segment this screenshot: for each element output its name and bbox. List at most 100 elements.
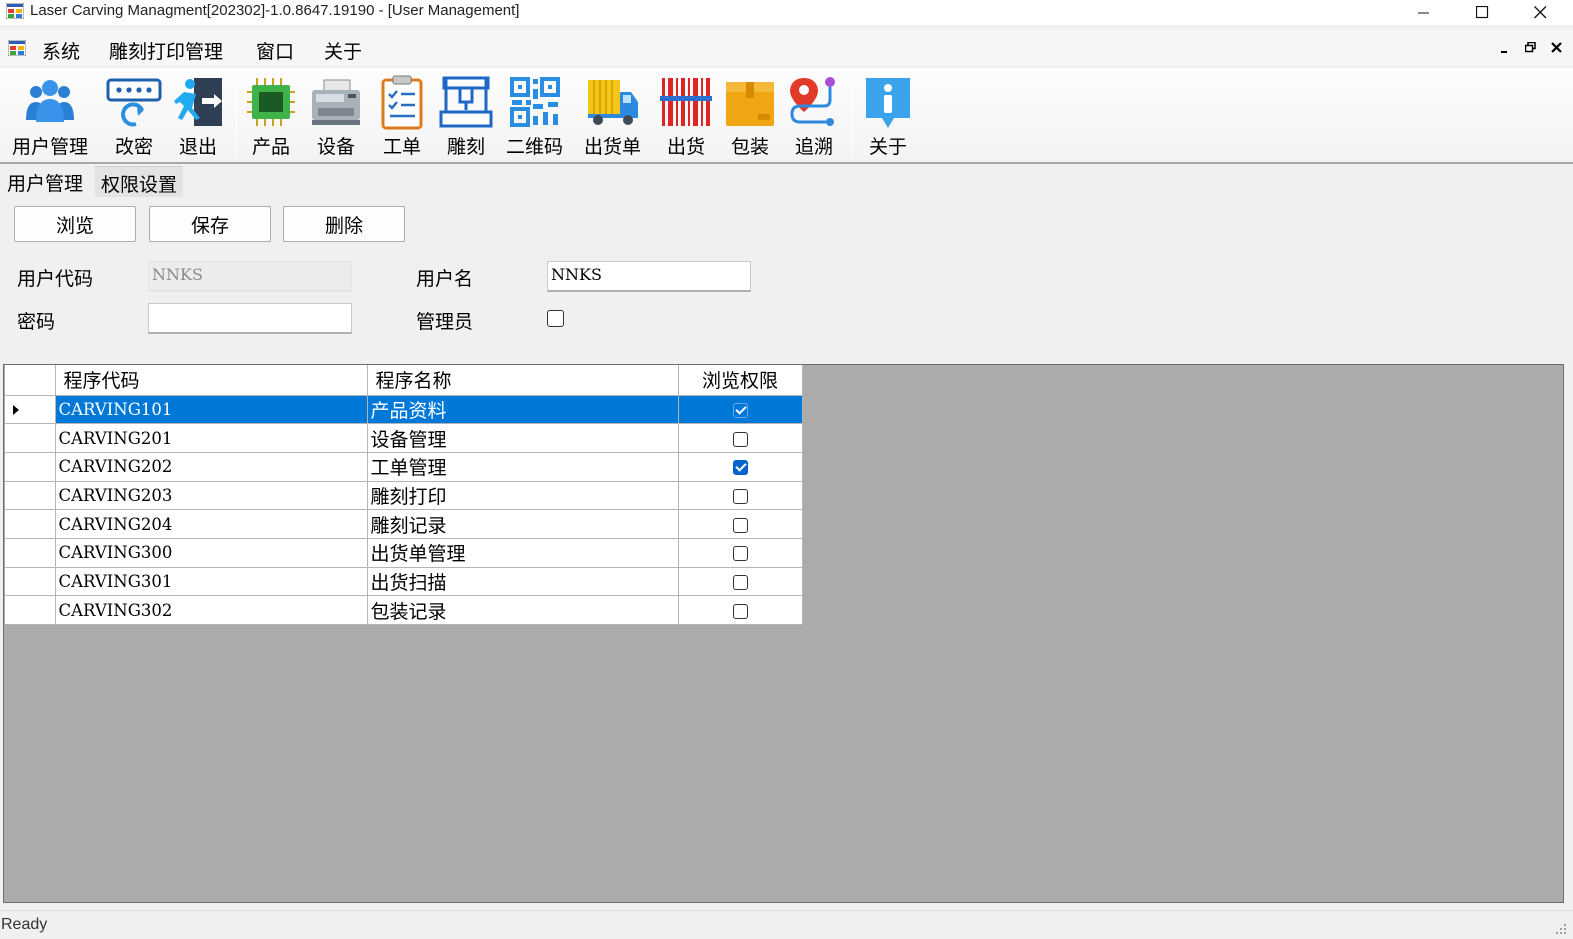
row-header[interactable] xyxy=(5,395,56,425)
cell-program-code[interactable]: CARVING101 xyxy=(55,395,368,425)
permission-table: 程序代码 程序名称 浏览权限 CARVING101 产品资料 CARVING201 设… xyxy=(5,365,803,625)
cell-program-code[interactable]: CARVING204 xyxy=(55,509,368,539)
cell-program-name[interactable]: 雕刻打印 xyxy=(367,481,679,511)
admin-label: 管理员 xyxy=(416,311,474,333)
browse-permission-checkbox[interactable] xyxy=(732,402,748,418)
toolbar-label: 出货单 xyxy=(584,136,642,158)
password-label: 密码 xyxy=(17,311,56,333)
delete-button[interactable]: 删除 xyxy=(283,206,405,242)
menu-system[interactable]: 系统 xyxy=(42,37,80,64)
toolbar-shipping-order-button[interactable]: 出货单 xyxy=(584,74,641,162)
toolbar-packing-button[interactable]: 包装 xyxy=(722,74,778,162)
cell-browse-permission xyxy=(678,509,803,539)
toolbar-device-button[interactable]: 设备 xyxy=(308,74,364,162)
password-input[interactable] xyxy=(148,303,352,334)
menu-about[interactable]: 关于 xyxy=(324,37,362,64)
toolbar-about-button[interactable]: 关于 xyxy=(860,74,916,162)
toolbar-label: 出货 xyxy=(666,136,705,158)
table-row[interactable]: CARVING201 设备管理 xyxy=(5,423,803,453)
table-row[interactable]: CARVING204 雕刻记录 xyxy=(5,509,803,539)
browse-permission-checkbox[interactable] xyxy=(732,574,748,590)
route-icon xyxy=(790,77,835,126)
menu-carving-print[interactable]: 雕刻打印管理 xyxy=(109,37,223,64)
tab-strip: 用户管理 权限设置 xyxy=(0,166,1573,197)
window-maximize-button[interactable] xyxy=(1453,0,1511,25)
admin-checkbox[interactable] xyxy=(547,310,564,327)
tab-user-management[interactable]: 用户管理 xyxy=(1,166,90,197)
cell-program-name[interactable]: 出货单管理 xyxy=(367,538,679,568)
cell-browse-permission xyxy=(678,481,803,511)
browse-permission-checkbox[interactable] xyxy=(732,460,748,476)
user-name-input[interactable]: NNKS xyxy=(547,261,751,292)
status-text: Ready xyxy=(1,916,48,933)
cell-program-code[interactable]: CARVING302 xyxy=(55,595,368,625)
box-icon xyxy=(726,82,774,126)
cell-program-name[interactable]: 雕刻记录 xyxy=(367,509,679,539)
toolbar-user-management-button[interactable]: 用户管理 xyxy=(12,74,88,162)
browse-permission-checkbox[interactable] xyxy=(732,488,748,504)
table-row[interactable]: CARVING302 包装记录 xyxy=(5,595,803,625)
tab-permission-settings[interactable]: 权限设置 xyxy=(95,166,184,197)
table-row[interactable]: CARVING203 雕刻打印 xyxy=(5,481,803,511)
cell-program-name[interactable]: 设备管理 xyxy=(367,423,679,453)
row-header[interactable] xyxy=(5,423,56,453)
toolbar-label: 关于 xyxy=(868,136,907,158)
table-row[interactable]: CARVING300 出货单管理 xyxy=(5,538,803,568)
toolbar-shipping-button[interactable]: 出货 xyxy=(658,74,714,162)
column-header-program-code[interactable]: 程序代码 xyxy=(55,365,368,396)
row-header[interactable] xyxy=(5,481,56,511)
toolbar-product-button[interactable]: 产品 xyxy=(243,74,299,162)
resize-grip-icon[interactable] xyxy=(1555,923,1567,935)
engraver-icon xyxy=(439,76,493,128)
toolbar-carving-button[interactable]: 雕刻 xyxy=(438,74,494,162)
mdi-child-icon[interactable] xyxy=(8,40,26,56)
window-close-button[interactable] xyxy=(1511,0,1569,25)
window-minimize-button[interactable] xyxy=(1395,0,1453,25)
mdi-close-icon[interactable] xyxy=(1551,42,1562,53)
row-header[interactable] xyxy=(5,595,56,625)
browse-permission-checkbox[interactable] xyxy=(732,603,748,619)
cell-program-code[interactable]: CARVING201 xyxy=(55,423,368,453)
status-bar: Ready xyxy=(0,910,1573,939)
mdi-restore-icon[interactable] xyxy=(1525,42,1537,54)
cell-program-code[interactable]: CARVING202 xyxy=(55,452,368,482)
column-header-browse-permission[interactable]: 浏览权限 xyxy=(678,365,803,396)
cell-program-name[interactable]: 出货扫描 xyxy=(367,567,679,597)
grid-body: CARVING101 产品资料 CARVING201 设备管理 CARVING202 工单… xyxy=(5,395,803,625)
browse-permission-checkbox[interactable] xyxy=(732,517,748,533)
toolbar-exit-button[interactable]: 退出 xyxy=(170,74,226,162)
save-button[interactable]: 保存 xyxy=(149,206,271,242)
user-code-input: NNKS xyxy=(148,261,352,292)
toolbar-label: 产品 xyxy=(251,136,290,158)
cell-program-code[interactable]: CARVING301 xyxy=(55,567,368,597)
browse-button[interactable]: 浏览 xyxy=(14,206,136,242)
table-row[interactable]: CARVING301 出货扫描 xyxy=(5,567,803,597)
mdi-minimize-icon[interactable] xyxy=(1500,44,1510,54)
row-header[interactable] xyxy=(5,452,56,482)
toolbar-label: 改密 xyxy=(114,136,153,158)
cell-program-name[interactable]: 包装记录 xyxy=(367,595,679,625)
row-header[interactable] xyxy=(5,567,56,597)
row-header[interactable] xyxy=(5,538,56,568)
cell-program-name[interactable]: 产品资料 xyxy=(367,395,679,425)
table-row[interactable]: CARVING101 产品资料 xyxy=(5,395,803,425)
cell-program-code[interactable]: CARVING300 xyxy=(55,538,368,568)
browse-permission-checkbox[interactable] xyxy=(732,546,748,562)
toolbar-traceability-button[interactable]: 追溯 xyxy=(786,74,842,162)
toolbar-change-password-button[interactable]: 改密 xyxy=(106,74,162,162)
toolbar-qrcode-button[interactable]: 二维码 xyxy=(506,74,563,162)
toolbar-work-order-button[interactable]: 工单 xyxy=(374,74,430,162)
app-icon xyxy=(6,3,24,19)
permission-grid[interactable]: 程序代码 程序名称 浏览权限 CARVING101 产品资料 CARVING201 设… xyxy=(3,364,1564,903)
cell-program-name[interactable]: 工单管理 xyxy=(367,452,679,482)
cell-program-code[interactable]: CARVING203 xyxy=(55,481,368,511)
cell-browse-permission xyxy=(678,567,803,597)
grid-header-row: 程序代码 程序名称 浏览权限 xyxy=(5,365,803,396)
chip-icon xyxy=(247,78,295,126)
row-header[interactable] xyxy=(5,509,56,539)
menu-window[interactable]: 窗口 xyxy=(256,37,294,64)
maximize-icon xyxy=(1475,6,1488,19)
table-row[interactable]: CARVING202 工单管理 xyxy=(5,452,803,482)
browse-permission-checkbox[interactable] xyxy=(732,431,748,447)
column-header-program-name[interactable]: 程序名称 xyxy=(367,365,679,396)
